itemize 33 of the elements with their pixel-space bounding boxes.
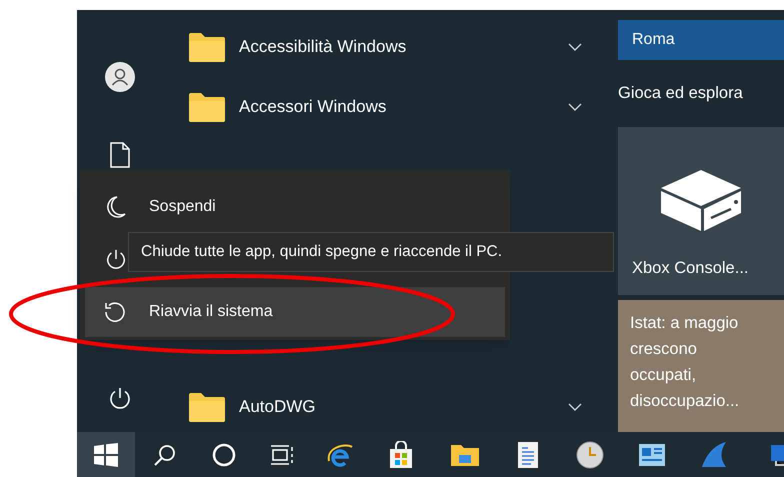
start-button[interactable] [77,432,135,477]
search-icon[interactable] [153,442,177,466]
power-icon [105,248,127,270]
chevron-down-icon [568,43,582,51]
restart-icon [103,300,127,324]
app-folder-item[interactable]: AutoDWG [162,387,582,427]
folder-icon [188,31,226,63]
app-folder-item[interactable]: Accessibilità Windows [162,27,582,67]
folder-icon [188,91,226,123]
news-tile[interactable]: Istat: a maggio crescono occupati, disoccupazio... [618,300,784,432]
news-headline: Istat: a maggio crescono occupati, disoccupazio... [630,313,740,412]
document-icon[interactable] [110,142,130,168]
power-icon[interactable] [108,386,132,410]
task-view-icon[interactable] [269,444,295,466]
tooltip-text: Chiude tutte le app, quindi spegne e riaccende il PC. [141,242,502,262]
chevron-down-icon [568,103,582,111]
tile-group-header[interactable]: Roma [618,20,784,60]
windows-logo-icon [93,442,119,468]
document-icon[interactable] [517,440,539,468]
chevron-down-icon [568,403,582,411]
shopping-bag-icon[interactable] [388,440,414,468]
circle-icon[interactable] [212,442,236,466]
app-folder-item[interactable]: Accessori Windows [162,87,582,127]
fin-icon[interactable] [700,440,728,468]
tile-group-title: Roma [632,30,675,50]
window-app-icon[interactable] [638,442,666,466]
tile-label: Xbox Console... [631,258,748,280]
xbox-tile[interactable]: Xbox Console... [618,127,784,295]
tile-group-title: Gioca ed esplora [618,83,743,104]
user-avatar-icon[interactable] [104,62,134,92]
folder-icon [188,391,226,423]
clock-icon[interactable] [576,440,604,468]
power-menu-item[interactable]: Riavvia il sistema [85,287,505,337]
